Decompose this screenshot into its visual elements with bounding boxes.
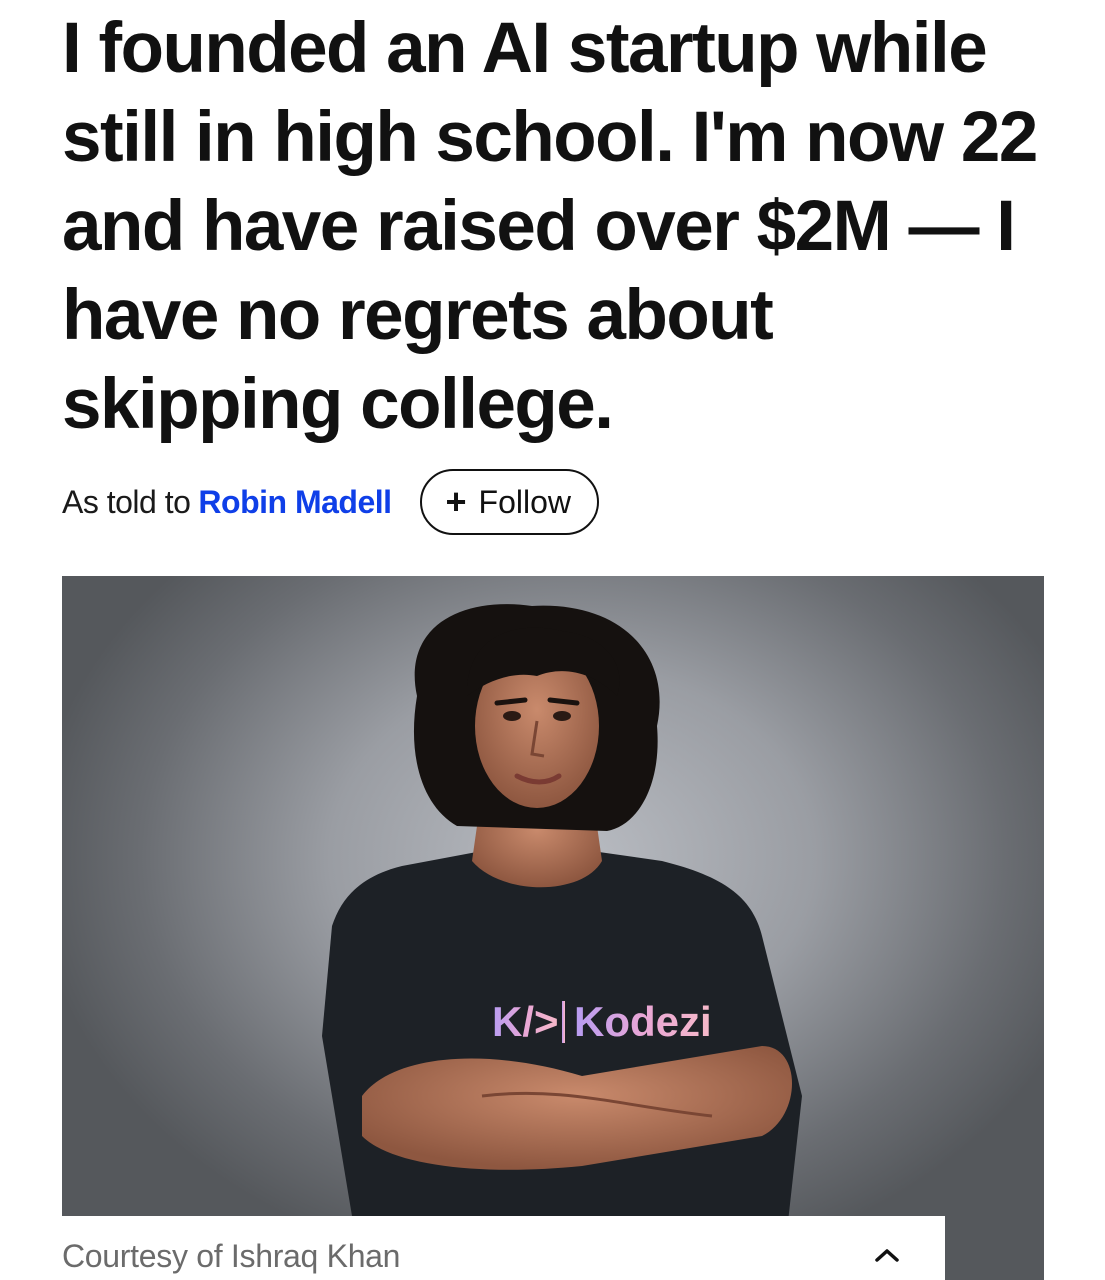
chevron-up-icon[interactable] [870,1238,904,1272]
shirt-logo-text: Kodezi [574,998,712,1045]
follow-label: Follow [478,483,572,520]
photo-caption: Courtesy of Ishraq Khan [62,1238,401,1274]
byline: As told to Robin Madell + Follow [62,468,600,536]
hero-photo: K/> Kodezi [62,576,1044,1280]
byline-prefix: As told to [62,483,191,520]
article-page: I founded an AI startup while still in h… [0,0,1105,1280]
plus-icon: + [445,481,467,522]
follow-button[interactable]: + Follow [419,469,600,535]
author-link[interactable]: Robin Madell [198,484,392,521]
article-headline: I founded an AI startup while still in h… [62,9,1038,444]
svg-text:K/>: K/> [492,998,559,1045]
